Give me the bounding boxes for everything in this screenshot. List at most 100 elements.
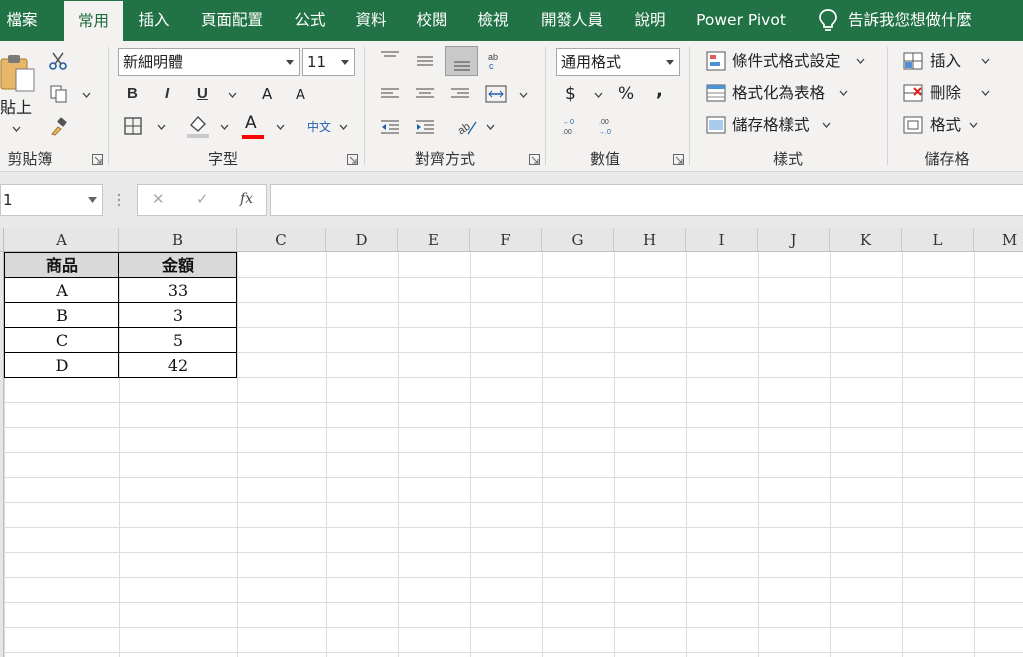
name-box[interactable]: 1 xyxy=(0,184,103,216)
row-headers[interactable] xyxy=(0,252,4,657)
grow-font-button[interactable]: A xyxy=(262,84,272,104)
column-header-b[interactable]: B xyxy=(119,228,237,252)
header-cell-amount[interactable]: 金額 xyxy=(119,253,237,278)
formula-bar-grip-icon[interactable] xyxy=(116,192,122,208)
table-cell[interactable]: D xyxy=(5,353,119,378)
align-top-icon[interactable] xyxy=(380,50,400,64)
copy-icon[interactable] xyxy=(49,84,69,104)
insert-function-button[interactable]: fx xyxy=(240,191,253,207)
column-header-m[interactable]: M xyxy=(974,228,1023,252)
formula-input[interactable] xyxy=(270,184,1023,216)
tab-view[interactable]: 檢視 xyxy=(469,0,517,41)
font-size-chevron-down-icon[interactable] xyxy=(336,49,354,75)
tab-help[interactable]: 說明 xyxy=(626,0,674,41)
fill-color-chevron-down-icon[interactable] xyxy=(220,124,229,130)
tab-power-pivot[interactable]: Power Pivot xyxy=(688,0,794,41)
font-color-button[interactable]: A xyxy=(245,113,257,133)
decrease-decimal-icon[interactable]: .00→.0 xyxy=(597,116,615,136)
conditional-formatting-icon[interactable] xyxy=(706,51,726,71)
font-size-combo[interactable]: 11 xyxy=(302,48,355,76)
worksheet-grid[interactable]: A B C D E F G H I J K L M 商品 金額 A 33 B 3… xyxy=(0,228,1023,657)
insert-cells-button[interactable]: 插入 xyxy=(930,51,961,71)
column-header-a[interactable]: A xyxy=(5,228,119,252)
percent-button[interactable]: % xyxy=(618,84,634,104)
currency-button[interactable]: $ xyxy=(565,84,576,104)
format-as-table-button[interactable]: 格式化為表格 xyxy=(732,83,825,103)
currency-chevron-down-icon[interactable] xyxy=(594,92,603,98)
align-middle-icon[interactable] xyxy=(415,54,435,68)
table-cell[interactable]: 3 xyxy=(119,303,237,328)
text-angle-icon[interactable]: ab xyxy=(456,117,478,137)
cancel-entry-button[interactable]: ✕ xyxy=(152,190,165,208)
underline-button[interactable]: U xyxy=(197,85,208,102)
lightbulb-icon[interactable] xyxy=(817,8,839,34)
tab-home[interactable]: 常用 xyxy=(64,0,123,41)
cell-styles-chevron-down-icon[interactable] xyxy=(822,122,831,128)
bold-button[interactable]: B xyxy=(127,85,138,102)
column-header-e[interactable]: E xyxy=(398,228,470,252)
cell-styles-button[interactable]: 儲存格樣式 xyxy=(732,115,810,135)
borders-icon[interactable] xyxy=(124,117,142,135)
column-header-f[interactable]: F xyxy=(470,228,542,252)
tab-page-layout[interactable]: 頁面配置 xyxy=(192,0,272,41)
text-angle-chevron-down-icon[interactable] xyxy=(486,124,495,130)
format-painter-icon[interactable] xyxy=(49,117,69,137)
underline-chevron-down-icon[interactable] xyxy=(228,92,237,98)
confirm-entry-button[interactable]: ✓ xyxy=(196,190,209,208)
fill-color-icon[interactable] xyxy=(186,113,210,139)
scissors-icon[interactable] xyxy=(48,51,68,71)
copy-chevron-down-icon[interactable] xyxy=(82,92,91,98)
column-header-d[interactable]: D xyxy=(326,228,398,252)
name-box-chevron-down-icon[interactable] xyxy=(88,197,97,203)
column-header-c[interactable]: C xyxy=(237,228,326,252)
phonetic-guide-button[interactable]: 中文 xyxy=(307,117,331,137)
table-cell[interactable]: 42 xyxy=(119,353,237,378)
align-right-icon[interactable] xyxy=(450,87,470,101)
merge-chevron-down-icon[interactable] xyxy=(519,92,528,98)
insert-cells-icon[interactable] xyxy=(903,51,923,71)
format-as-table-chevron-down-icon[interactable] xyxy=(839,90,848,96)
merge-center-icon[interactable] xyxy=(485,84,507,104)
borders-chevron-down-icon[interactable] xyxy=(157,124,166,130)
tab-developer[interactable]: 開發人員 xyxy=(532,0,612,41)
align-left-icon[interactable] xyxy=(380,87,400,101)
phonetic-chevron-down-icon[interactable] xyxy=(339,124,348,130)
format-as-table-icon[interactable] xyxy=(706,83,726,103)
format-cells-chevron-down-icon[interactable] xyxy=(969,122,978,128)
column-header-g[interactable]: G xyxy=(542,228,614,252)
align-center-icon[interactable] xyxy=(415,87,435,101)
column-header-j[interactable]: J xyxy=(758,228,830,252)
format-cells-icon[interactable] xyxy=(903,115,923,135)
tab-data[interactable]: 資料 xyxy=(347,0,395,41)
column-header-i[interactable]: I xyxy=(686,228,758,252)
font-dialog-launcher-icon[interactable] xyxy=(347,154,358,165)
column-header-l[interactable]: L xyxy=(902,228,974,252)
font-name-combo[interactable]: 新細明體 xyxy=(118,48,300,76)
paste-icon[interactable] xyxy=(0,53,36,93)
increase-indent-icon[interactable] xyxy=(415,119,435,135)
tell-me-search[interactable]: 告訴我您想做什麼 xyxy=(848,0,998,41)
table-cell[interactable]: A xyxy=(5,278,119,303)
column-header-k[interactable]: K xyxy=(830,228,902,252)
increase-decimal-icon[interactable]: ←0.00 xyxy=(562,116,580,136)
font-color-chevron-down-icon[interactable] xyxy=(276,124,285,130)
conditional-chevron-down-icon[interactable] xyxy=(856,58,865,64)
paste-button[interactable]: 貼上 xyxy=(0,98,32,118)
paste-chevron-down-icon[interactable] xyxy=(12,126,21,132)
delete-cells-chevron-down-icon[interactable] xyxy=(981,90,990,96)
select-all-corner[interactable] xyxy=(0,228,4,252)
clipboard-dialog-launcher-icon[interactable] xyxy=(92,154,103,165)
number-format-combo[interactable]: 通用格式 xyxy=(556,48,680,76)
font-name-chevron-down-icon[interactable] xyxy=(281,49,299,75)
tab-insert[interactable]: 插入 xyxy=(130,0,178,41)
table-cell[interactable]: 5 xyxy=(119,328,237,353)
column-header-h[interactable]: H xyxy=(614,228,686,252)
format-cells-button[interactable]: 格式 xyxy=(930,115,961,135)
tab-review[interactable]: 校閱 xyxy=(408,0,456,41)
tab-file[interactable]: 檔案 xyxy=(0,0,44,41)
header-cell-product[interactable]: 商品 xyxy=(5,253,119,278)
align-bottom-button[interactable] xyxy=(445,46,478,76)
number-dialog-launcher-icon[interactable] xyxy=(673,154,684,165)
decrease-indent-icon[interactable] xyxy=(380,119,400,135)
insert-cells-chevron-down-icon[interactable] xyxy=(981,58,990,64)
